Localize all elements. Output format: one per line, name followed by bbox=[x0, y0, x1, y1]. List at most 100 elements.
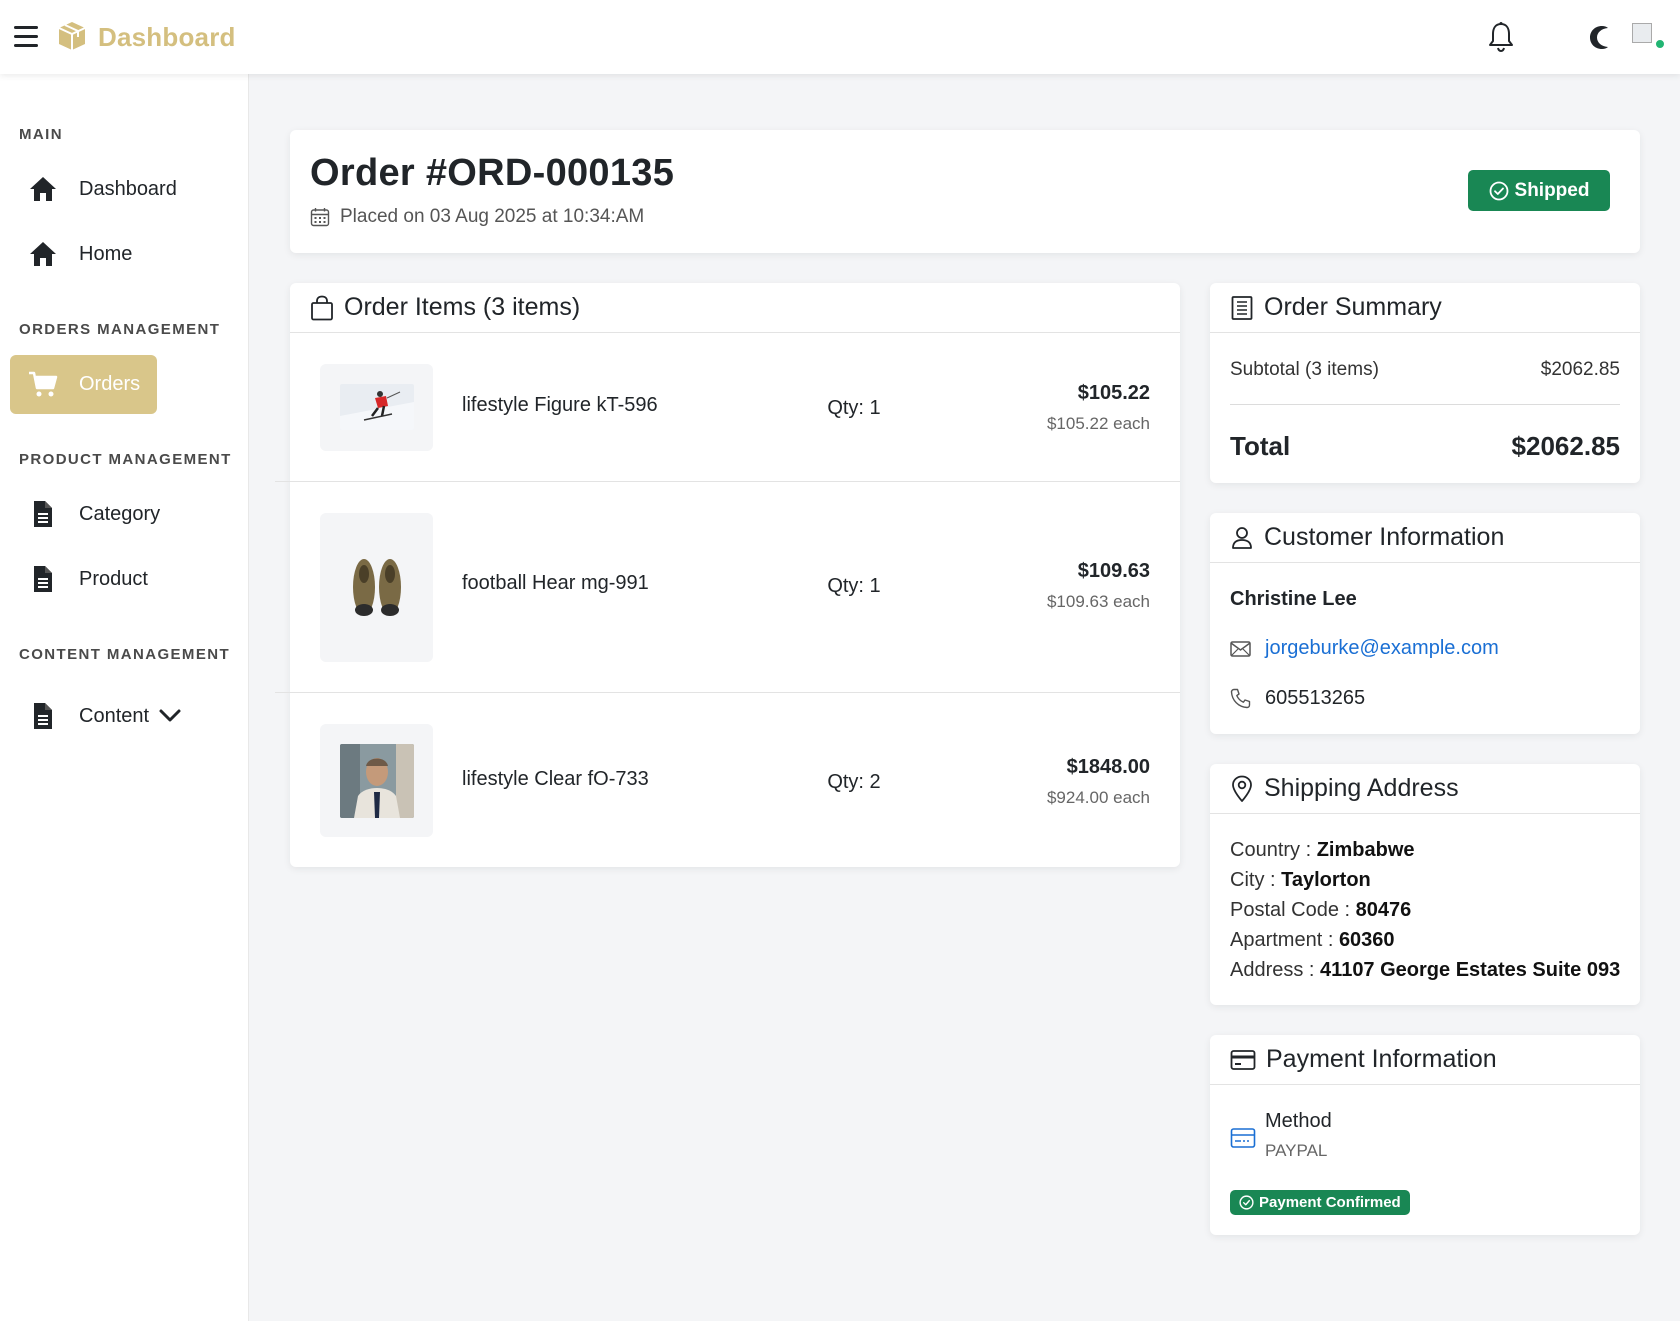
item-total-price: $109.63 bbox=[1077, 560, 1150, 582]
address-label: Country : bbox=[1230, 839, 1317, 861]
hamburger-menu-icon[interactable] bbox=[14, 26, 38, 48]
address-value: 41107 George Estates Suite 093 bbox=[1320, 959, 1621, 981]
item-name[interactable]: football Hear mg-991 bbox=[462, 572, 649, 595]
sidebar-item-category[interactable]: Category bbox=[10, 485, 161, 544]
customer-phone: 605513265 bbox=[1265, 687, 1366, 709]
map-pin-icon bbox=[1232, 775, 1252, 802]
brand-title[interactable]: Dashboard bbox=[98, 22, 236, 53]
payment-card-icon bbox=[1230, 1128, 1256, 1148]
item-qty: Qty: 2 bbox=[827, 771, 881, 793]
shipping-address-header: Shipping Address bbox=[1210, 764, 1640, 814]
payment-status-badge: Payment Confirmed bbox=[1230, 1190, 1410, 1215]
item-unit-price: $109.63 each bbox=[1046, 592, 1150, 611]
item-name[interactable]: lifestyle Clear fO-733 bbox=[462, 768, 649, 791]
payment-method-label: Method bbox=[1265, 1110, 1332, 1132]
payment-info-header: Payment Information bbox=[1210, 1035, 1640, 1085]
top-navbar: Dashboard bbox=[0, 0, 1680, 74]
item-thumbnail bbox=[320, 724, 433, 837]
item-thumbnail bbox=[320, 513, 433, 662]
product-image bbox=[340, 744, 414, 818]
shipping-address-card: Shipping Address Country : Zimbabwe City… bbox=[1210, 764, 1640, 1005]
product-image bbox=[340, 384, 414, 430]
check-circle-icon bbox=[1489, 181, 1508, 200]
credit-card-icon bbox=[1230, 1049, 1256, 1070]
item-total-price: $105.22 bbox=[1077, 382, 1150, 404]
receipt-icon bbox=[1231, 295, 1253, 320]
envelope-icon bbox=[1230, 640, 1251, 657]
order-item-row[interactable]: lifestyle Clear fO-733 Qty: 2 $1848.00 $… bbox=[275, 693, 1180, 867]
product-image bbox=[340, 550, 414, 624]
customer-phone-line: 605513265 bbox=[1230, 687, 1365, 710]
subtotal-label: Subtotal (3 items) bbox=[1230, 359, 1379, 380]
total-label: Total bbox=[1230, 431, 1291, 461]
order-items-header: Order Items (3 items) bbox=[290, 283, 1180, 333]
address-value: Taylorton bbox=[1281, 869, 1371, 891]
sidebar-item-label: Product bbox=[79, 568, 148, 590]
item-name[interactable]: lifestyle Figure kT-596 bbox=[462, 394, 658, 417]
payment-info-card: Payment Information Method PAYPAL Paymen… bbox=[1210, 1035, 1640, 1235]
order-placed-date: Placed on 03 Aug 2025 at 10:34:AM bbox=[310, 206, 644, 228]
file-icon bbox=[34, 566, 52, 592]
payment-method-value: PAYPAL bbox=[1265, 1141, 1328, 1160]
placed-text: Placed on 03 Aug 2025 at 10:34:AM bbox=[340, 206, 645, 227]
payment-info-title: Payment Information bbox=[1266, 1045, 1497, 1073]
order-item-row[interactable]: football Hear mg-991 Qty: 1 $109.63 $109… bbox=[275, 482, 1180, 693]
user-icon bbox=[1232, 526, 1252, 549]
file-icon bbox=[34, 703, 52, 729]
sidebar-item-orders[interactable]: Orders bbox=[10, 355, 157, 414]
cart-icon bbox=[29, 371, 58, 397]
address-postal-code: Postal Code : 80476 bbox=[1230, 899, 1411, 922]
summary-divider bbox=[1230, 404, 1620, 405]
order-header-card: Order #ORD-000135 Placed on 03 Aug 2025 … bbox=[290, 130, 1640, 253]
address-label: Address : bbox=[1230, 959, 1321, 981]
customer-email-line: jorgeburke@example.com bbox=[1230, 637, 1499, 660]
order-summary-card: Order Summary Subtotal (3 items) $2062.8… bbox=[1210, 283, 1640, 483]
chevron-down-icon[interactable] bbox=[158, 707, 182, 725]
avatar-image bbox=[1632, 23, 1652, 43]
address-label: Apartment : bbox=[1230, 929, 1339, 951]
online-status-dot bbox=[1654, 38, 1666, 50]
sidebar-item-label: Home bbox=[79, 243, 133, 265]
page-title: Order #ORD-000135 bbox=[310, 152, 675, 194]
sidebar-section-orders-management: ORDERS MANAGEMENT bbox=[19, 321, 221, 338]
sidebar-item-label: Content bbox=[79, 705, 150, 727]
customer-info-title: Customer Information bbox=[1264, 523, 1505, 551]
sidebar-item-label: Category bbox=[79, 503, 161, 525]
address-label: Postal Code : bbox=[1230, 899, 1356, 921]
address-value: 80476 bbox=[1355, 899, 1412, 921]
item-total-price: $1848.00 bbox=[1066, 756, 1150, 778]
sidebar-section-content-management: CONTENT MANAGEMENT bbox=[19, 646, 231, 663]
sidebar-item-label: Orders bbox=[79, 373, 141, 395]
check-circle-icon bbox=[1239, 1195, 1254, 1210]
sidebar-item-dashboard[interactable]: Dashboard bbox=[10, 160, 177, 219]
shipping-address-title: Shipping Address bbox=[1264, 774, 1459, 802]
sidebar-item-home[interactable]: Home bbox=[10, 225, 157, 284]
status-badge-label: Shipped bbox=[1514, 179, 1590, 201]
subtotal-value: $2062.85 bbox=[1540, 359, 1620, 380]
order-item-row[interactable]: lifestyle Figure kT-596 Qty: 1 $105.22 $… bbox=[275, 334, 1180, 482]
file-icon bbox=[34, 501, 52, 527]
home-icon bbox=[30, 177, 56, 201]
total-row: Total $2062.85 bbox=[1230, 431, 1620, 462]
order-summary-title: Order Summary bbox=[1264, 293, 1442, 321]
item-qty: Qty: 1 bbox=[827, 575, 881, 597]
payment-status-label: Payment Confirmed bbox=[1259, 1194, 1401, 1211]
address-label: City : bbox=[1230, 869, 1282, 891]
address-value: Zimbabwe bbox=[1316, 839, 1415, 861]
order-items-card: Order Items (3 items) lifestyle Figure k… bbox=[275, 283, 1180, 867]
total-value: $2062.85 bbox=[1511, 431, 1620, 461]
customer-email-link[interactable]: jorgeburke@example.com bbox=[1265, 637, 1499, 660]
customer-name: Christine Lee bbox=[1230, 588, 1357, 610]
sidebar-item-content[interactable]: Content bbox=[10, 687, 190, 746]
sidebar-item-label: Dashboard bbox=[79, 178, 177, 200]
avatar[interactable] bbox=[1632, 21, 1666, 53]
customer-info-header: Customer Information bbox=[1210, 513, 1640, 563]
address-country: Country : Zimbabwe bbox=[1230, 839, 1415, 862]
status-badge: Shipped bbox=[1468, 170, 1610, 211]
item-unit-price: $105.22 each bbox=[1046, 414, 1150, 433]
bell-icon[interactable] bbox=[1487, 21, 1515, 53]
item-unit-price: $924.00 each bbox=[1046, 788, 1150, 807]
sidebar-item-product[interactable]: Product bbox=[10, 550, 157, 609]
moon-icon[interactable] bbox=[1585, 24, 1611, 50]
address-street: Address : 41107 George Estates Suite 093 bbox=[1230, 959, 1620, 982]
